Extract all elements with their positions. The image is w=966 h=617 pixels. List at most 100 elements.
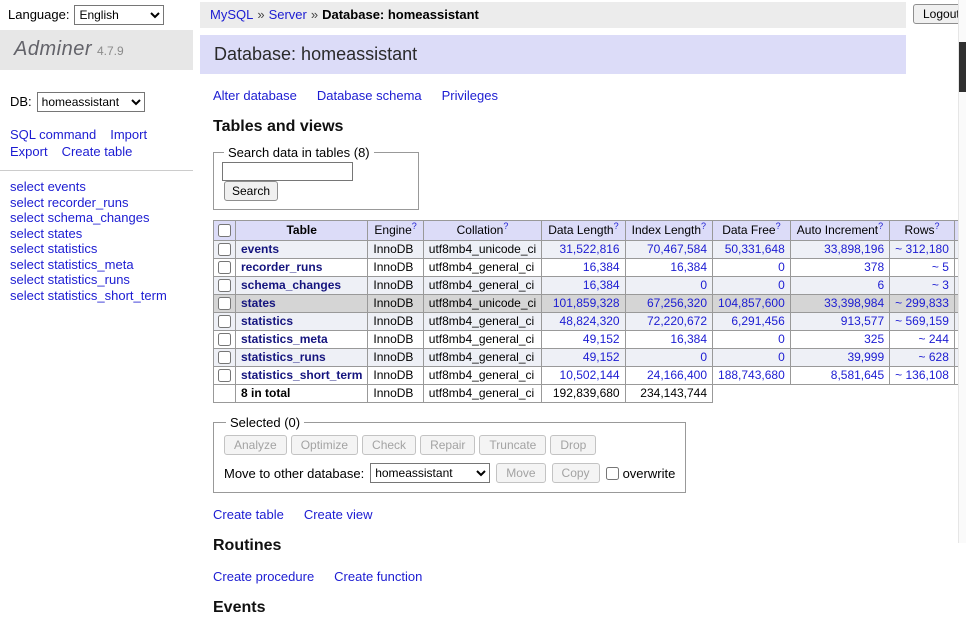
- create-procedure-link[interactable]: Create procedure: [213, 569, 314, 584]
- data-free-link[interactable]: 0: [778, 332, 785, 346]
- sidebar-select-statistics-runs-link[interactable]: select statistics_runs: [10, 272, 193, 288]
- table-link-states[interactable]: states: [241, 296, 276, 310]
- data-free-link[interactable]: 104,857,600: [718, 296, 785, 310]
- table-link-statistics[interactable]: statistics: [241, 314, 293, 328]
- sidebar-select-schema-changes-link[interactable]: select schema_changes: [10, 210, 193, 226]
- rows-link[interactable]: ~ 136,108: [895, 368, 949, 382]
- rows-link[interactable]: ~ 628: [919, 350, 949, 364]
- data-free-link[interactable]: 0: [778, 260, 785, 274]
- index-length-link[interactable]: 0: [700, 350, 707, 364]
- database-schema-link[interactable]: Database schema: [317, 88, 422, 103]
- row-checkbox[interactable]: [218, 333, 231, 346]
- sidebar-select-recorder-runs-link[interactable]: select recorder_runs: [10, 195, 193, 211]
- breadcrumb-server-link[interactable]: Server: [269, 7, 307, 22]
- sidebar-select-statistics-link[interactable]: select statistics: [10, 241, 193, 257]
- check-button[interactable]: Check: [362, 435, 416, 455]
- doc-help-link[interactable]: ?: [935, 221, 940, 231]
- table-link-recorder_runs[interactable]: recorder_runs: [241, 260, 322, 274]
- truncate-button[interactable]: Truncate: [479, 435, 546, 455]
- rows-link[interactable]: ~ 299,833: [895, 296, 949, 310]
- analyze-button[interactable]: Analyze: [224, 435, 287, 455]
- index-length-link[interactable]: 16,384: [670, 260, 707, 274]
- data-length-link[interactable]: 31,522,816: [560, 242, 620, 256]
- doc-help-link[interactable]: ?: [503, 221, 508, 231]
- overwrite-checkbox[interactable]: [606, 467, 619, 480]
- index-length-link[interactable]: 72,220,672: [647, 314, 707, 328]
- create-table-link[interactable]: Create table: [213, 507, 284, 522]
- optimize-button[interactable]: Optimize: [291, 435, 358, 455]
- data-length-link[interactable]: 49,152: [583, 332, 620, 346]
- move-db-select[interactable]: homeassistant: [370, 463, 490, 483]
- rows-link[interactable]: ~ 3: [932, 278, 949, 292]
- auto-increment-link[interactable]: 33,398,984: [824, 296, 884, 310]
- sidebar-create-table-link[interactable]: Create table: [62, 144, 133, 159]
- row-checkbox[interactable]: [218, 261, 231, 274]
- index-length-link[interactable]: 0: [700, 278, 707, 292]
- repair-button[interactable]: Repair: [420, 435, 475, 455]
- drop-button[interactable]: Drop: [550, 435, 596, 455]
- table-link-events[interactable]: events: [241, 242, 279, 256]
- select-all-checkbox[interactable]: [218, 224, 231, 237]
- data-length-link[interactable]: 48,824,320: [560, 314, 620, 328]
- create-view-link[interactable]: Create view: [304, 507, 373, 522]
- auto-increment-link[interactable]: 325: [864, 332, 884, 346]
- row-checkbox[interactable]: [218, 369, 231, 382]
- db-select[interactable]: homeassistant: [37, 92, 145, 112]
- row-checkbox[interactable]: [218, 315, 231, 328]
- copy-button[interactable]: Copy: [552, 463, 600, 483]
- doc-help-link[interactable]: ?: [412, 221, 417, 231]
- table-link-schema_changes[interactable]: schema_changes: [241, 278, 341, 292]
- data-free-link[interactable]: 0: [778, 350, 785, 364]
- doc-help-link[interactable]: ?: [776, 221, 781, 231]
- auto-increment-link[interactable]: 33,898,196: [824, 242, 884, 256]
- index-length-link[interactable]: 67,256,320: [647, 296, 707, 310]
- auto-increment-link[interactable]: 6: [877, 278, 884, 292]
- auto-increment-link[interactable]: 39,999: [847, 350, 884, 364]
- table-link-statistics_runs[interactable]: statistics_runs: [241, 350, 326, 364]
- auto-increment-link[interactable]: 913,577: [841, 314, 884, 328]
- data-free-link[interactable]: 188,743,680: [718, 368, 785, 382]
- data-length-link[interactable]: 101,859,328: [553, 296, 620, 310]
- sidebar-select-statistics-short-term-link[interactable]: select statistics_short_term: [10, 288, 193, 304]
- row-checkbox[interactable]: [218, 279, 231, 292]
- data-free-link[interactable]: 6,291,456: [731, 314, 784, 328]
- data-free-link[interactable]: 0: [778, 278, 785, 292]
- search-button[interactable]: Search: [224, 181, 278, 201]
- breadcrumb-mysql-link[interactable]: MySQL: [210, 7, 253, 22]
- sidebar-select-states-link[interactable]: select states: [10, 226, 193, 242]
- table-link-statistics_meta[interactable]: statistics_meta: [241, 332, 328, 346]
- data-free-link[interactable]: 50,331,648: [725, 242, 785, 256]
- table-link-statistics_short_term[interactable]: statistics_short_term: [241, 368, 362, 382]
- scrollbar[interactable]: [958, 0, 966, 543]
- index-length-link[interactable]: 70,467,584: [647, 242, 707, 256]
- rows-link[interactable]: ~ 5: [932, 260, 949, 274]
- search-input[interactable]: [222, 162, 353, 181]
- scrollbar-thumb[interactable]: [959, 42, 966, 92]
- data-length-link[interactable]: 16,384: [583, 260, 620, 274]
- sidebar-sql-command-link[interactable]: SQL command: [10, 127, 96, 142]
- index-length-link[interactable]: 24,166,400: [647, 368, 707, 382]
- data-length-link[interactable]: 10,502,144: [560, 368, 620, 382]
- move-button[interactable]: Move: [496, 463, 545, 483]
- sidebar-select-statistics-meta-link[interactable]: select statistics_meta: [10, 257, 193, 273]
- row-checkbox[interactable]: [218, 297, 231, 310]
- privileges-link[interactable]: Privileges: [442, 88, 498, 103]
- rows-link[interactable]: ~ 244: [919, 332, 949, 346]
- sidebar-export-link[interactable]: Export: [10, 144, 48, 159]
- data-length-link[interactable]: 16,384: [583, 278, 620, 292]
- doc-help-link[interactable]: ?: [701, 221, 706, 231]
- create-function-link[interactable]: Create function: [334, 569, 422, 584]
- index-length-link[interactable]: 16,384: [670, 332, 707, 346]
- auto-increment-link[interactable]: 378: [864, 260, 884, 274]
- alter-database-link[interactable]: Alter database: [213, 88, 297, 103]
- doc-help-link[interactable]: ?: [878, 221, 883, 231]
- rows-link[interactable]: ~ 569,159: [895, 314, 949, 328]
- rows-link[interactable]: ~ 312,180: [895, 242, 949, 256]
- row-checkbox[interactable]: [218, 243, 231, 256]
- auto-increment-link[interactable]: 8,581,645: [831, 368, 884, 382]
- doc-help-link[interactable]: ?: [614, 221, 619, 231]
- sidebar-import-link[interactable]: Import: [110, 127, 147, 142]
- row-checkbox[interactable]: [218, 351, 231, 364]
- language-select[interactable]: English: [74, 5, 164, 25]
- data-length-link[interactable]: 49,152: [583, 350, 620, 364]
